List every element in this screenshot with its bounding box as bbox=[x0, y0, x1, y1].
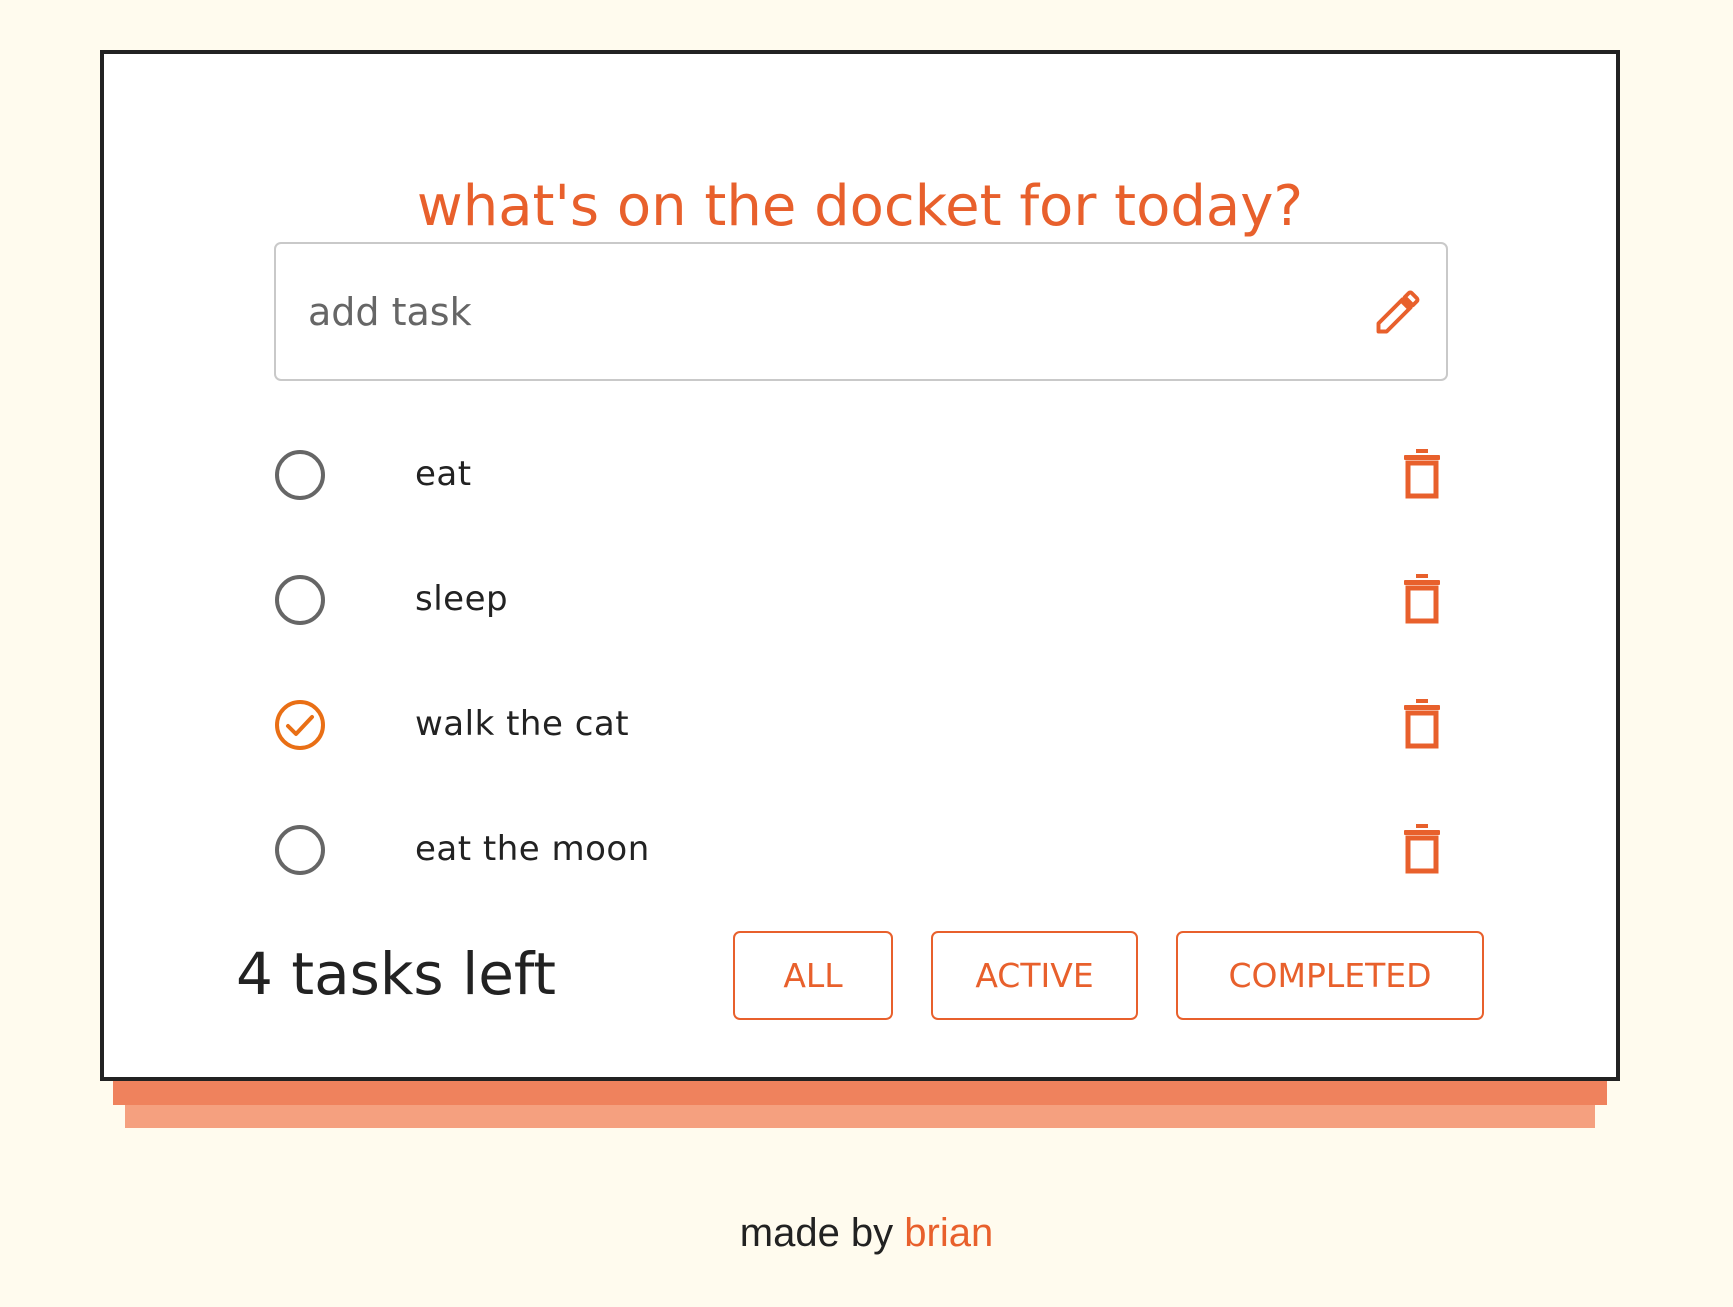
unchecked-circle-icon[interactable] bbox=[274, 574, 326, 626]
add-task-input[interactable] bbox=[308, 244, 1308, 379]
task-label: sleep bbox=[415, 579, 509, 619]
filter-all-button[interactable]: ALL bbox=[733, 931, 893, 1020]
task-item: walk the cat bbox=[274, 679, 1454, 769]
task-label: eat bbox=[415, 454, 472, 494]
filter-active-button[interactable]: ACTIVE bbox=[931, 931, 1138, 1020]
task-item: eat bbox=[274, 429, 1454, 519]
credit-footer: made by brian bbox=[0, 1208, 1733, 1258]
page-title: what's on the docket for today? bbox=[416, 174, 1304, 239]
task-label: eat the moon bbox=[415, 829, 650, 869]
unchecked-circle-icon[interactable] bbox=[274, 449, 326, 501]
unchecked-circle-icon[interactable] bbox=[274, 824, 326, 876]
task-item: eat the moon bbox=[274, 804, 1454, 894]
credit-prefix: made by bbox=[739, 1211, 894, 1255]
card-shadow-upper bbox=[113, 1078, 1607, 1105]
trash-icon[interactable] bbox=[1401, 697, 1443, 749]
tasks-left-count: 4 tasks left bbox=[236, 940, 557, 1008]
task-label: walk the cat bbox=[415, 704, 630, 744]
trash-icon[interactable] bbox=[1401, 572, 1443, 624]
task-item: sleep bbox=[274, 554, 1454, 644]
trash-icon[interactable] bbox=[1401, 447, 1443, 499]
pencil-icon[interactable] bbox=[1372, 286, 1424, 338]
checked-circle-icon[interactable] bbox=[274, 699, 326, 751]
filter-completed-button[interactable]: COMPLETED bbox=[1176, 931, 1484, 1020]
trash-icon[interactable] bbox=[1401, 822, 1443, 874]
author-link[interactable]: brian bbox=[904, 1211, 993, 1255]
add-task-box bbox=[274, 242, 1448, 381]
todo-card: what's on the docket for today? eat bbox=[100, 50, 1620, 1081]
